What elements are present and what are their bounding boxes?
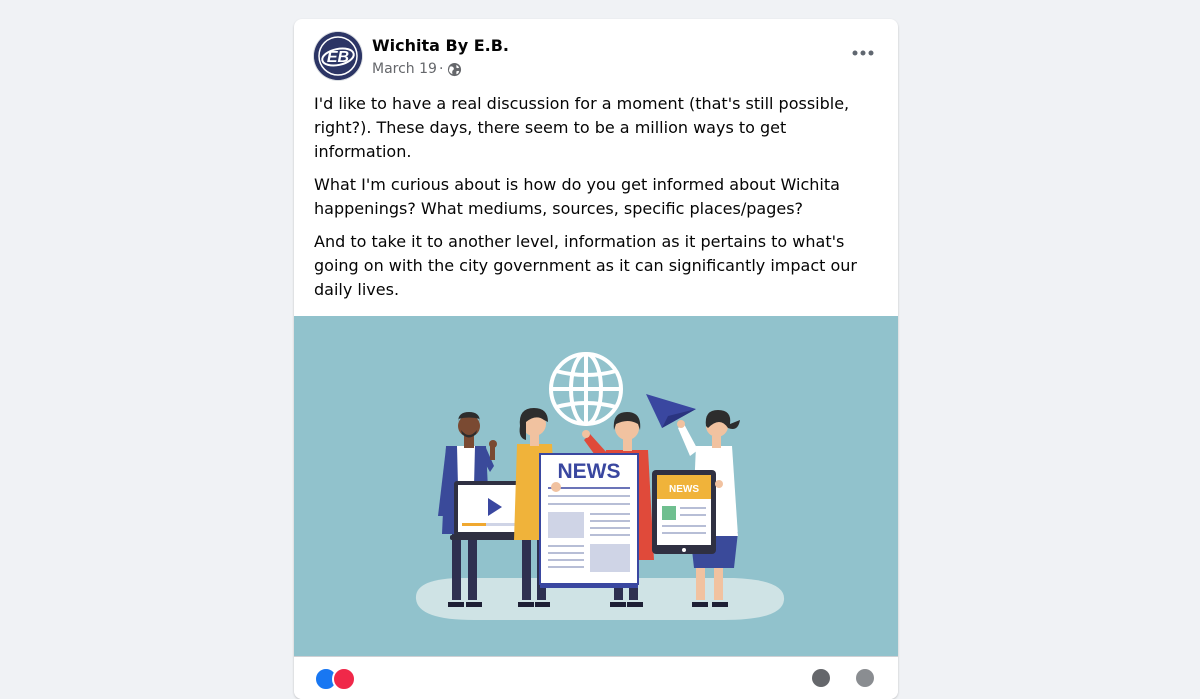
post-paragraph: What I'm curious about is how do you get… — [314, 175, 840, 218]
post-paragraph: I'd like to have a real discussion for a… — [314, 94, 850, 161]
post-header: EB Wichita By E.B. March 19 · — [294, 19, 898, 89]
post-text: I'd like to have a real discussion for a… — [314, 92, 874, 311]
more-options-icon — [852, 50, 874, 56]
tablet-headline: NEWS — [669, 484, 699, 495]
news-illustration: NEWS NEWS — [415, 352, 785, 620]
more-options-button[interactable] — [848, 41, 878, 65]
svg-text:EB: EB — [327, 49, 349, 66]
post-paragraph: And to take it to another level, informa… — [314, 232, 857, 299]
page-avatar[interactable]: EB — [314, 32, 362, 80]
love-reaction-icon — [332, 667, 356, 691]
post-meta: March 19 · — [372, 61, 462, 77]
newspaper-graphic: NEWS — [539, 453, 639, 588]
post-date[interactable]: March 19 — [372, 61, 437, 77]
globe-graphic — [549, 352, 623, 426]
post-footer — [294, 656, 898, 699]
globe-icon[interactable] — [447, 62, 462, 77]
meta-separator: · — [438, 61, 444, 77]
eb-logo-icon: EB — [314, 32, 362, 80]
comment-count-icon[interactable] — [812, 669, 830, 687]
reactions-summary[interactable] — [314, 667, 356, 691]
person-woman-tablet: NEWS — [652, 410, 740, 607]
newspaper-headline: NEWS — [558, 460, 621, 483]
author-name[interactable]: Wichita By E.B. — [372, 36, 509, 55]
post-card: EB Wichita By E.B. March 19 · I'd like t… — [294, 19, 898, 699]
paper-plane-graphic — [646, 394, 696, 428]
share-count-icon[interactable] — [856, 669, 874, 687]
post-image[interactable]: NEWS NEWS — [294, 316, 898, 656]
